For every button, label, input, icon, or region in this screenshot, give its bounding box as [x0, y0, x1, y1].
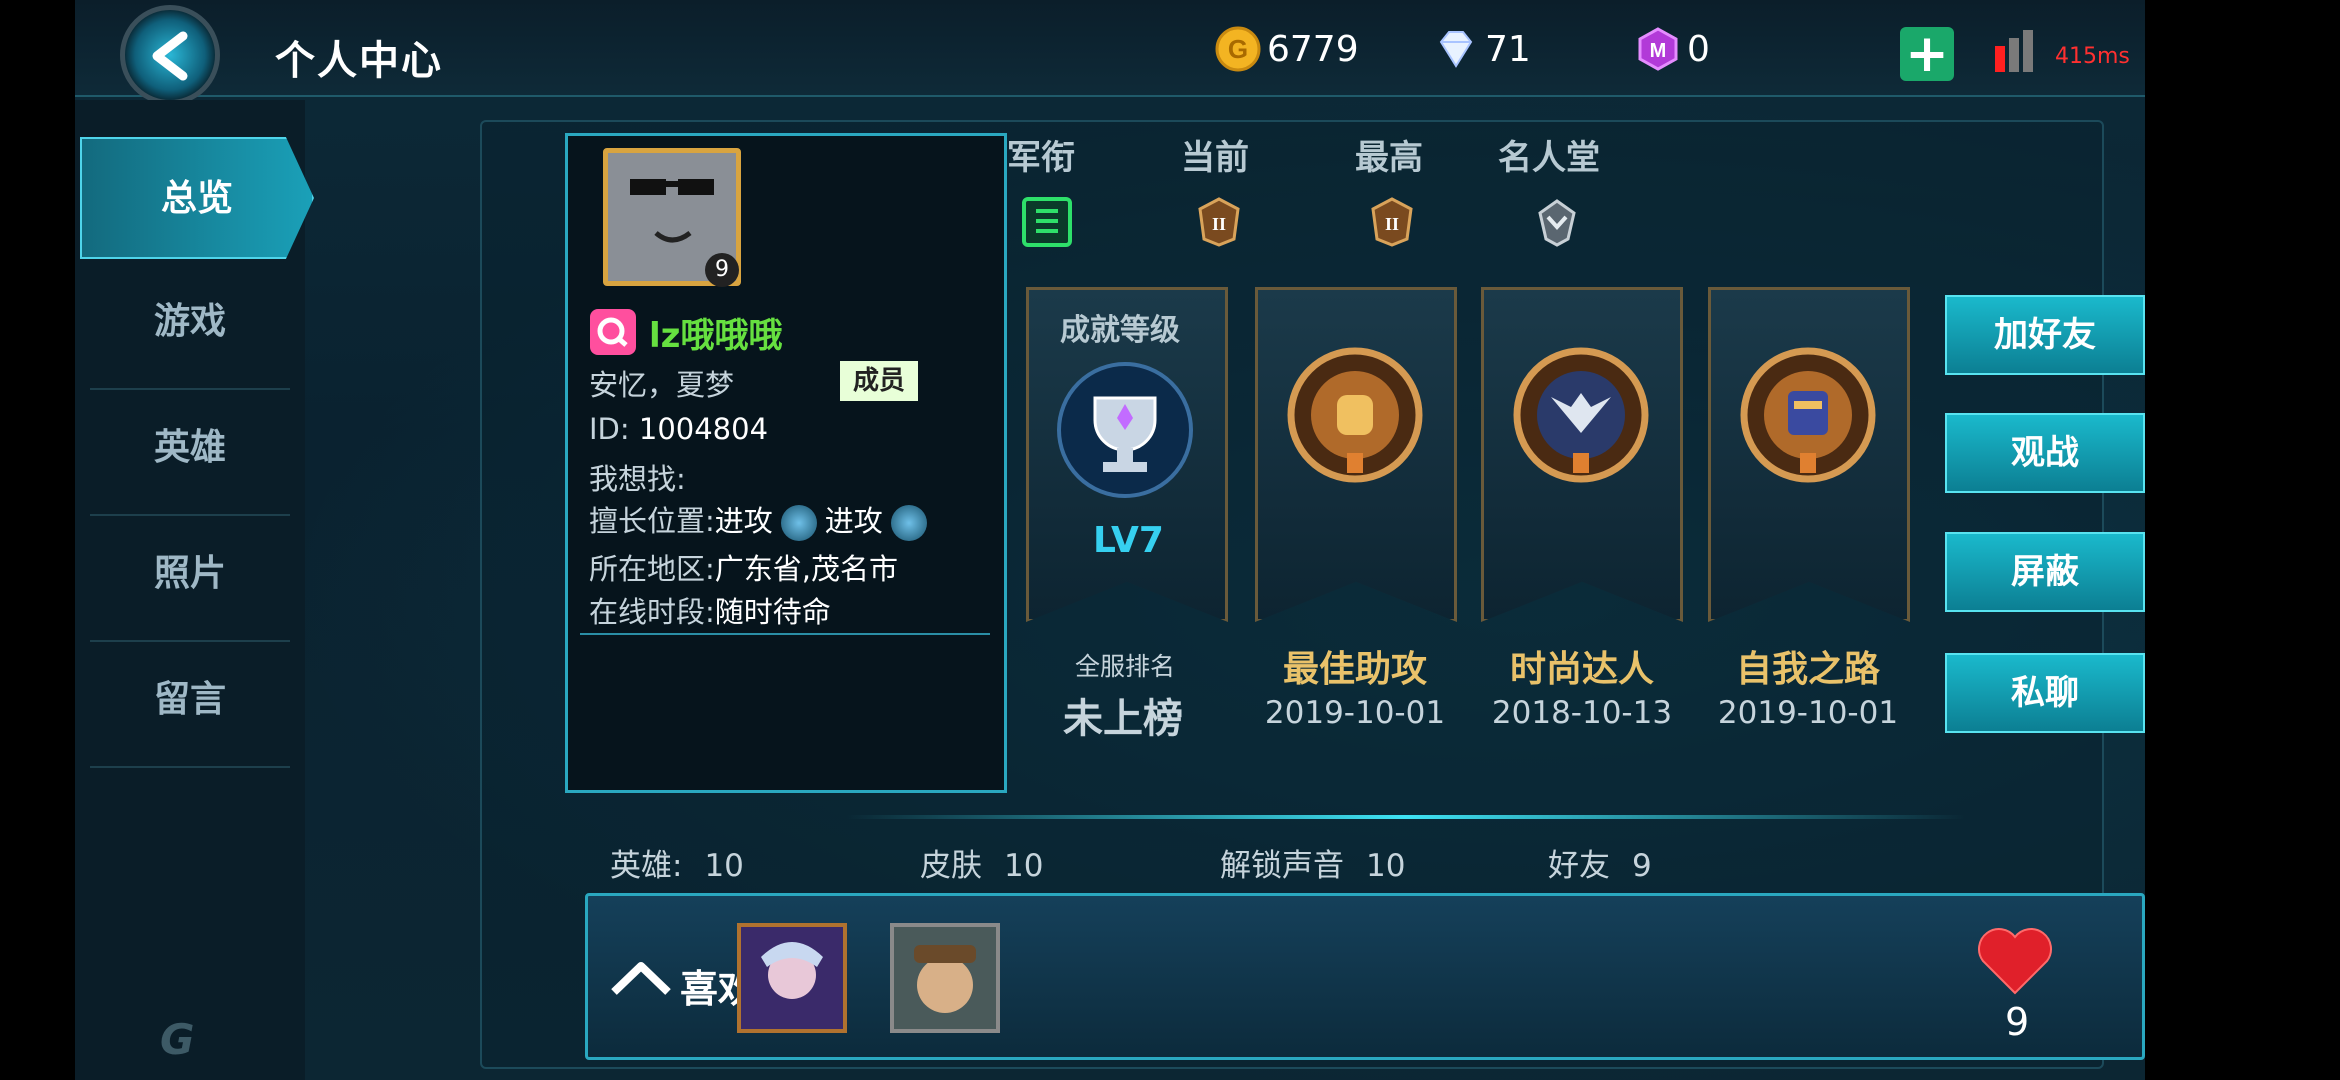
profile-divider	[580, 633, 990, 635]
chevron-up-icon[interactable]	[610, 958, 672, 998]
gold-coin-icon: G	[1215, 26, 1261, 72]
region-label: 所在地区:	[589, 552, 715, 586]
sidebar-item-games[interactable]: 游戏	[75, 262, 305, 382]
current-rank-icon[interactable]: II	[1192, 195, 1246, 249]
stat-friends-label: 好友	[1548, 848, 1610, 884]
back-arrow-icon	[152, 31, 188, 81]
player-level-badge: 9	[705, 253, 739, 287]
stat-skins-label: 皮肤	[920, 848, 982, 884]
achievement-name: 自我之路	[1735, 649, 1880, 690]
military-rank-icon[interactable]	[1020, 195, 1074, 249]
ping-indicator: 415ms	[2055, 44, 2130, 69]
page-title: 个人中心	[275, 38, 443, 84]
gold-currency: G 6779	[1215, 26, 1359, 72]
liker-avatar[interactable]	[737, 923, 847, 1033]
liker-avatar-image	[741, 927, 843, 1029]
achievement-name: 最佳助攻	[1282, 649, 1427, 690]
gem-amount: 0	[1687, 28, 1710, 70]
sidebar-item-overview[interactable]: 总览	[80, 137, 314, 259]
svg-text:M: M	[1650, 40, 1667, 62]
sidebar-item-messages[interactable]: 留言	[75, 640, 305, 760]
add-friend-button[interactable]: 加好友	[1945, 295, 2145, 375]
achievement-date: 2018-10-13	[1491, 695, 1673, 731]
liker-avatar-image	[894, 927, 996, 1029]
wing-medal-icon	[1513, 347, 1649, 483]
trophy-icon	[1057, 362, 1193, 498]
gold-amount: 6779	[1267, 28, 1359, 70]
position-1: 进攻	[714, 504, 773, 538]
stat-voices-label: 解锁声音	[1220, 848, 1344, 884]
signal-strength-icon	[1995, 30, 2033, 72]
stat-friends: 好友 9	[1548, 840, 1652, 885]
stat-voices: 解锁声音 10	[1220, 840, 1405, 885]
achievement-name: 时尚达人	[1509, 649, 1654, 690]
attack-position-icon	[890, 505, 927, 541]
svg-text:G: G	[1228, 34, 1248, 64]
position-label: 擅长位置:	[589, 504, 715, 538]
diamond-currency: 71	[1433, 26, 1531, 72]
guild-name: 安忆，夏梦	[589, 368, 735, 402]
rank-header-military: 军衔	[1007, 138, 1075, 178]
rank-header-current: 当前	[1181, 138, 1249, 178]
server-rank-value: 未上榜	[1063, 696, 1183, 742]
stat-friends-value: 9	[1632, 848, 1652, 884]
achievement-date: 2019-10-01	[1264, 695, 1446, 731]
game-screen: 个人中心 G 6779 71 M 0 + 415ms 总览 游戏 英雄 照片 留…	[75, 0, 2145, 1080]
stat-heroes: 英雄: 10	[610, 840, 744, 885]
id-label: ID:	[589, 412, 630, 446]
server-rank-label: 全服排名	[1075, 652, 1176, 681]
stat-heroes-value: 10	[704, 848, 744, 884]
online-label: 在线时段:	[589, 595, 715, 629]
diamond-icon	[1439, 31, 1473, 68]
stat-heroes-label: 英雄:	[610, 848, 683, 884]
id-value: 1004804	[638, 412, 769, 446]
achievement-level-value: LV7	[1093, 520, 1164, 561]
stat-voices-value: 10	[1366, 848, 1406, 884]
diamond-amount: 71	[1485, 28, 1531, 70]
preferred-positions: 擅长位置:进攻 进攻	[589, 498, 935, 541]
purple-gem-icon: M	[1638, 27, 1678, 71]
stat-skins: 皮肤 10	[920, 840, 1043, 885]
sidebar-divider	[90, 766, 290, 768]
likes-count: 9	[2005, 1000, 2030, 1044]
achievement-level-title: 成就等级	[1060, 313, 1180, 348]
glow-divider	[845, 815, 1965, 819]
highest-rank-icon[interactable]: II	[1365, 195, 1419, 249]
stat-skins-value: 10	[1004, 848, 1044, 884]
spectate-button[interactable]: 观战	[1945, 413, 2145, 493]
block-button[interactable]: 屏蔽	[1945, 532, 2145, 612]
armor-medal-icon	[1740, 347, 1876, 483]
heart-icon[interactable]	[1975, 925, 2055, 997]
back-button[interactable]	[120, 5, 220, 105]
liker-avatar[interactable]	[890, 923, 1000, 1033]
rank-header-highest: 最高	[1355, 138, 1423, 178]
player-id: ID: 1004804	[589, 412, 768, 446]
guild-role-badge: 成员	[840, 361, 918, 401]
seeking-label: 我想找:	[589, 462, 686, 496]
online-value: 随时待命	[714, 595, 831, 629]
sidebar-item-heroes[interactable]: 英雄	[75, 388, 305, 508]
qq-icon	[590, 309, 636, 355]
add-currency-button[interactable]: +	[1900, 27, 1954, 81]
attack-position-icon	[780, 505, 817, 541]
rank-header-hall-of-fame: 名人堂	[1498, 138, 1600, 178]
gem-currency: M 0	[1635, 26, 1710, 72]
sidebar-item-photos[interactable]: 照片	[75, 514, 305, 634]
hall-of-fame-icon[interactable]	[1530, 195, 1584, 249]
online-time: 在线时段:随时待命	[589, 589, 831, 631]
svg-text:II: II	[1212, 214, 1226, 234]
player-name: lz哦哦哦	[649, 316, 783, 356]
svg-text:II: II	[1385, 214, 1399, 234]
private-chat-button[interactable]: 私聊	[1945, 653, 2145, 733]
region: 所在地区:广东省,茂名市	[589, 546, 898, 588]
game-logo: G	[160, 1015, 195, 1064]
fist-medal-icon	[1287, 347, 1423, 483]
position-2: 进攻	[824, 504, 883, 538]
achievement-date: 2019-10-01	[1717, 695, 1899, 731]
region-value: 广东省,茂名市	[714, 552, 898, 586]
